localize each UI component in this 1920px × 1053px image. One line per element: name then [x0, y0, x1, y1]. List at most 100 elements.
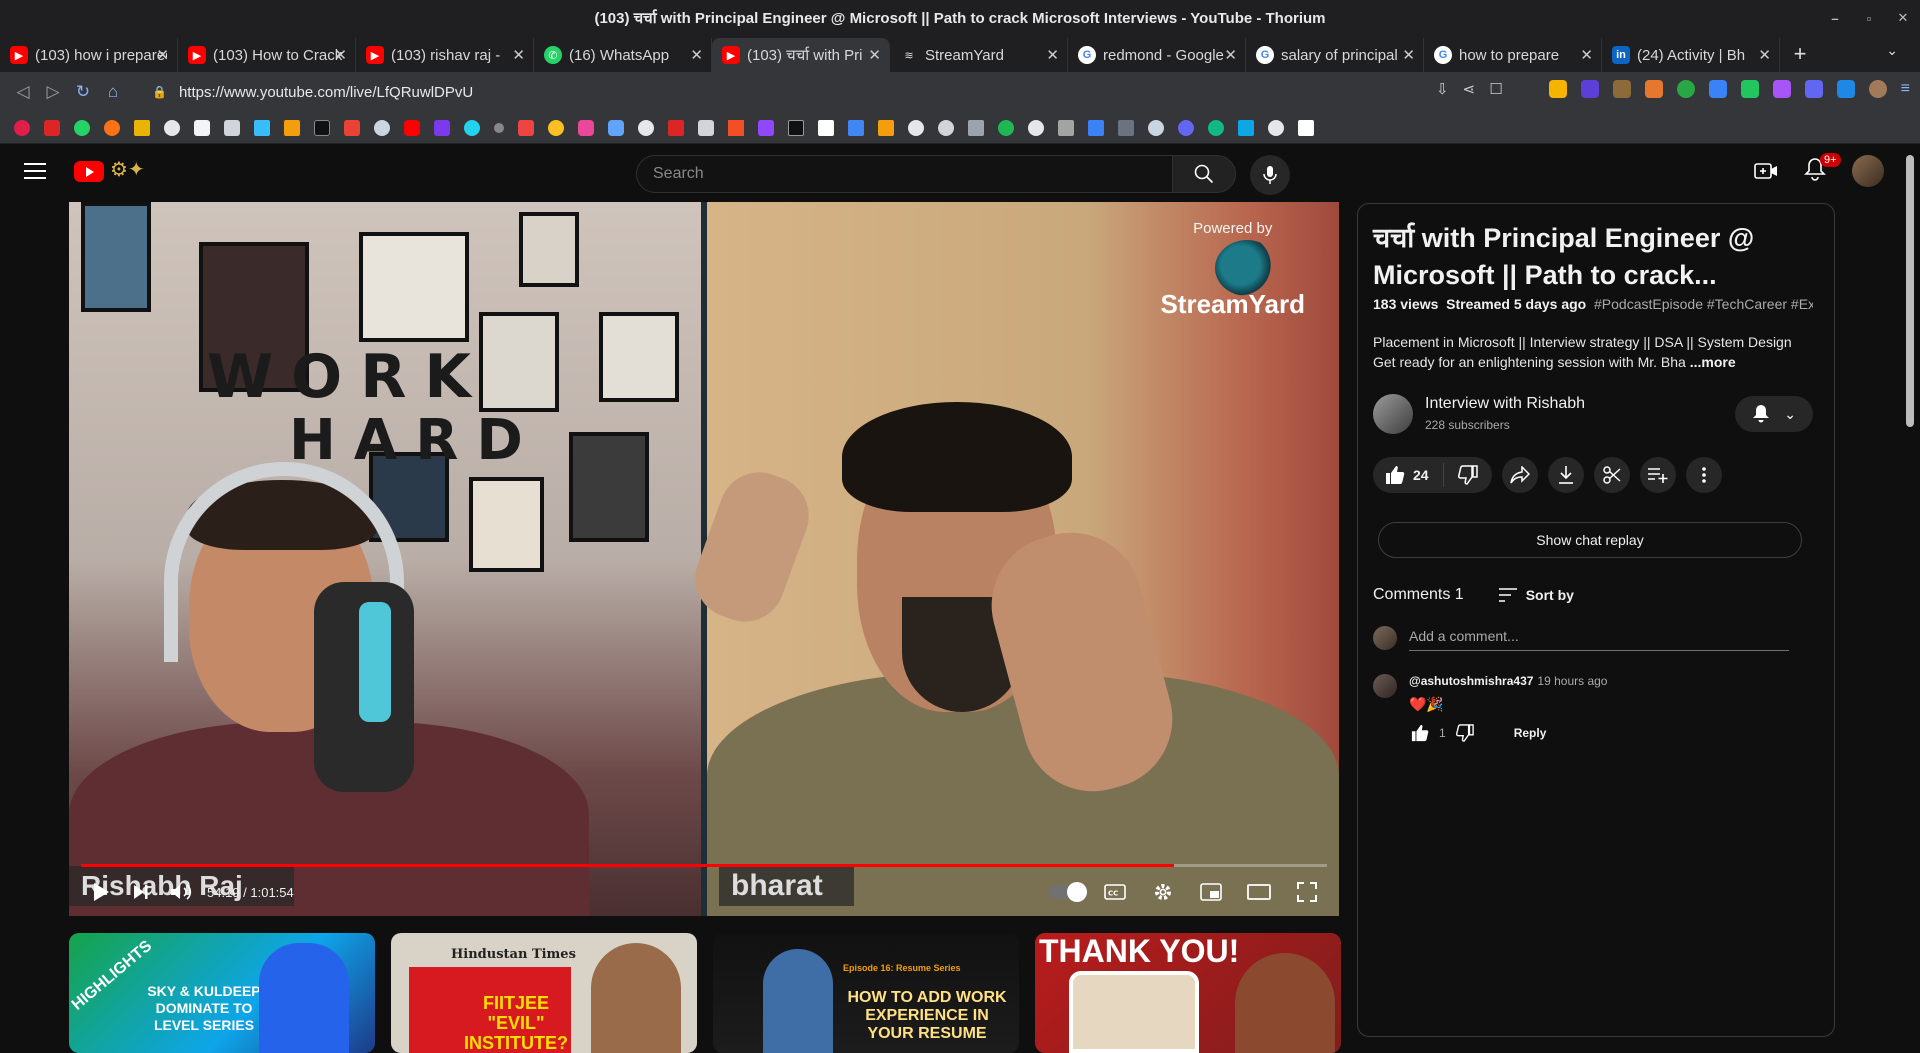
bookmark-icon[interactable] — [818, 119, 834, 136]
bookmark-icon[interactable] — [1298, 119, 1314, 136]
browser-tab[interactable]: ≋ StreamYard ✕ — [890, 38, 1068, 72]
bookmark-icon[interactable] — [1208, 119, 1224, 136]
back-icon[interactable]: ◁ — [8, 82, 38, 102]
video-player[interactable]: WORK HARD Rishabh Raj Powered by StreamY… — [69, 202, 1339, 916]
browser-tab[interactable]: ▶ (103) How to Crack ✕ — [178, 38, 356, 72]
next-button[interactable] — [121, 874, 161, 910]
more-actions-button[interactable] — [1685, 457, 1722, 493]
extension-icon[interactable] — [1676, 80, 1695, 98]
sidebar-icon[interactable] — [1836, 80, 1855, 98]
share-button[interactable] — [1501, 457, 1538, 493]
tab-close-icon[interactable]: ✕ — [864, 46, 881, 64]
bookmark-icon[interactable] — [668, 119, 684, 136]
profile-avatar[interactable] — [1868, 80, 1887, 98]
gmail-icon[interactable] — [344, 119, 360, 136]
hashtags[interactable]: #PodcastEpisode #TechCareer #Ex — [1594, 296, 1813, 312]
bookmark-icon[interactable] — [224, 119, 240, 136]
tab-close-icon[interactable]: ✕ — [686, 46, 703, 64]
microsoft-icon[interactable] — [728, 119, 744, 136]
bookmark-icon[interactable] — [758, 119, 774, 136]
bookmark-icon[interactable] — [464, 119, 480, 136]
browser-tab-active[interactable]: ▶ (103) चर्चा with Pri ✕ — [712, 38, 890, 72]
bookmark-icon[interactable] — [1088, 119, 1104, 136]
channel-avatar[interactable] — [1373, 394, 1413, 434]
like-button[interactable]: 24 — [1373, 463, 1444, 487]
progress-bar[interactable] — [81, 864, 1327, 867]
github-icon[interactable] — [1268, 119, 1284, 136]
guide-menu-icon[interactable] — [24, 163, 46, 184]
github-icon[interactable] — [1028, 119, 1044, 136]
recommendation-thumbnail[interactable]: Episode 16: Resume Series HOW TO ADD WOR… — [713, 933, 1019, 1053]
channel-name[interactable]: Interview with Rishabh — [1425, 395, 1585, 413]
extension-icon[interactable] — [1740, 80, 1759, 98]
tab-close-icon[interactable]: ✕ — [1754, 46, 1771, 64]
bookmark-icon[interactable] — [878, 119, 894, 136]
bookmark-icon[interactable] — [134, 119, 150, 136]
scrollbar-thumb[interactable] — [1906, 155, 1914, 427]
tab-close-icon[interactable]: ✕ — [1220, 46, 1237, 64]
bookmark-icon[interactable] — [284, 119, 300, 136]
spotify-icon[interactable] — [998, 119, 1014, 136]
create-video-icon[interactable] — [1754, 161, 1778, 181]
bookmark-star-icon[interactable]: ☐ — [1489, 80, 1502, 98]
sort-by-button[interactable]: Sort by — [1498, 587, 1574, 603]
comment-time[interactable]: 19 hours ago — [1537, 674, 1607, 688]
reload-icon[interactable]: ↻ — [68, 82, 98, 102]
subscription-notifications-button[interactable]: ⌄ — [1735, 396, 1813, 432]
tab-search-chevron-icon[interactable]: ⌄ — [1886, 42, 1898, 59]
tab-close-icon[interactable]: ✕ — [330, 46, 347, 64]
save-to-playlist-button[interactable] — [1639, 457, 1676, 493]
thumbs-up-icon[interactable] — [1411, 724, 1429, 742]
tab-close-icon[interactable]: ✕ — [1398, 46, 1415, 64]
extension-icon[interactable] — [1772, 80, 1791, 98]
install-icon[interactable]: ⇩ — [1436, 80, 1449, 98]
recommendation-thumbnail[interactable]: HIGHLIGHTS SKY & KULDEEP DOMINATE TO LEV… — [69, 933, 375, 1053]
minimize-button[interactable]: – — [1818, 11, 1852, 26]
bookmark-icon[interactable] — [1238, 119, 1254, 136]
extension-icon[interactable] — [1644, 80, 1663, 98]
show-more-link[interactable]: ...more — [1690, 354, 1736, 370]
extension-icon[interactable] — [1612, 80, 1631, 98]
github-icon[interactable] — [638, 119, 654, 136]
bookmark-icon[interactable] — [1058, 119, 1074, 136]
commenter-avatar[interactable] — [1373, 674, 1397, 698]
bookmark-icon[interactable] — [434, 119, 450, 136]
forward-icon[interactable]: ▷ — [38, 82, 68, 102]
account-avatar[interactable] — [1852, 155, 1884, 187]
browser-tab[interactable]: Gsalary of principal ✕ — [1246, 38, 1424, 72]
lock-icon[interactable]: 🔒 — [152, 85, 167, 99]
youtube-doodle-icon[interactable]: ⚙✦ — [110, 157, 162, 187]
tab-close-icon[interactable]: ✕ — [1042, 46, 1059, 64]
bookmark-icon[interactable] — [518, 119, 534, 136]
recommendation-thumbnail[interactable]: THANK YOU! — [1035, 933, 1341, 1053]
page-scrollbar[interactable] — [1904, 145, 1916, 1053]
github-icon[interactable] — [908, 119, 924, 136]
bookmark-icon[interactable] — [968, 119, 984, 136]
settings-button[interactable] — [1143, 874, 1183, 910]
browser-tab[interactable]: ▶ (103) how i prepared ✕ — [0, 38, 178, 72]
browser-tab[interactable]: ✆ (16) WhatsApp ✕ — [534, 38, 712, 72]
reply-button[interactable]: Reply — [1514, 726, 1547, 740]
bookmark-icon[interactable] — [254, 119, 270, 136]
bookmark-icon[interactable] — [494, 122, 504, 133]
bookmark-icon[interactable] — [44, 119, 60, 136]
bookmark-icon[interactable] — [788, 119, 804, 136]
show-chat-replay-button[interactable]: Show chat replay — [1378, 522, 1802, 558]
tab-close-icon[interactable]: ✕ — [1576, 46, 1593, 64]
search-button[interactable] — [1172, 155, 1236, 193]
extension-icon[interactable] — [1548, 80, 1567, 98]
download-button[interactable] — [1547, 457, 1584, 493]
share-icon[interactable]: ⋖ — [1463, 80, 1476, 98]
bookmark-icon[interactable] — [698, 119, 714, 136]
tab-close-icon[interactable]: ✕ — [508, 46, 525, 64]
new-tab-button[interactable]: + — [1780, 38, 1820, 72]
bookmark-icon[interactable] — [608, 119, 624, 136]
autoplay-toggle[interactable] — [1047, 874, 1087, 910]
github-icon[interactable] — [164, 119, 180, 136]
dislike-button[interactable] — [1444, 465, 1492, 485]
bookmark-icon[interactable] — [314, 119, 330, 136]
play-button[interactable] — [81, 874, 121, 910]
miniplayer-button[interactable] — [1191, 874, 1231, 910]
bookmark-icon[interactable] — [194, 119, 210, 136]
voice-search-button[interactable] — [1250, 155, 1290, 195]
